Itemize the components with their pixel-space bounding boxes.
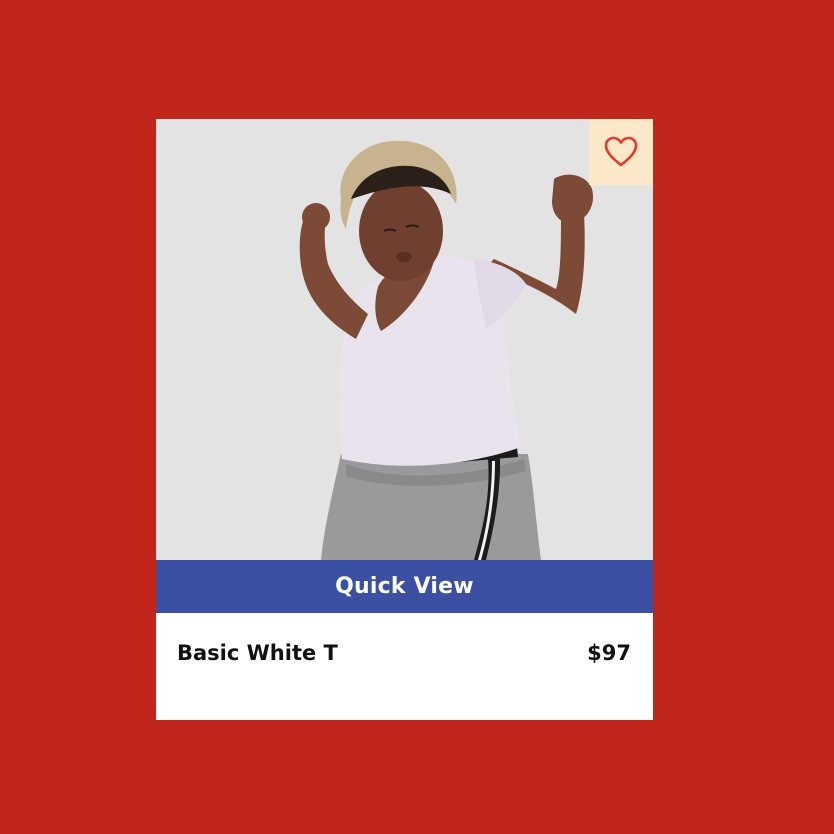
favorite-button[interactable] — [589, 119, 653, 185]
product-card[interactable]: Quick View Basic White T $97 — [156, 119, 653, 720]
quick-view-button[interactable]: Quick View — [156, 560, 653, 613]
product-photo[interactable] — [156, 119, 653, 560]
product-price: $97 — [587, 641, 631, 665]
heart-icon — [604, 136, 638, 167]
quick-view-label: Quick View — [335, 574, 474, 599]
product-name[interactable]: Basic White T — [177, 641, 338, 665]
product-info: Basic White T $97 — [156, 613, 653, 720]
